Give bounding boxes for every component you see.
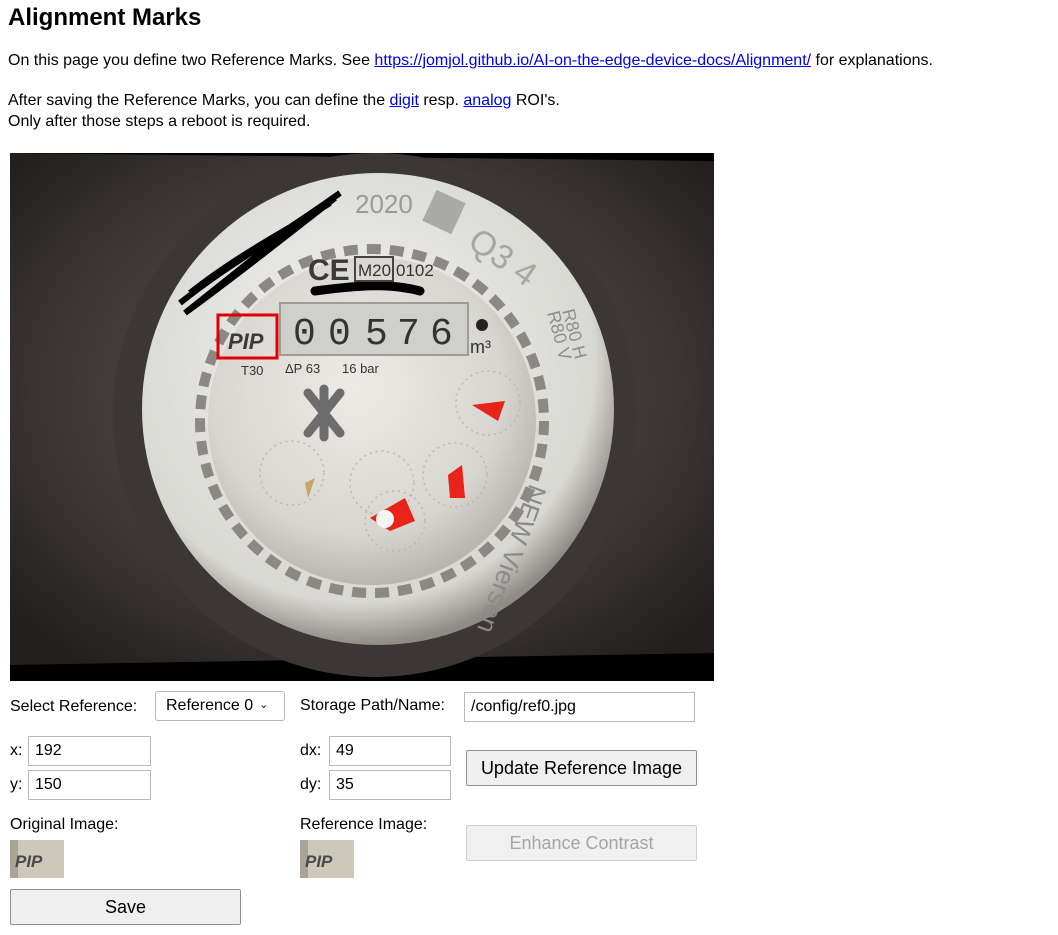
reference-image-label: Reference Image: <box>300 816 428 833</box>
reference-image-thumbnail: PIP <box>300 840 354 878</box>
counter-digit: 0 <box>293 313 316 356</box>
counter-digit: 7 <box>397 313 420 356</box>
t-marking: T30 <box>241 363 263 378</box>
ce-marking: CE <box>308 254 350 287</box>
alignment-canvas[interactable]: 2020 Q3 4 R80 H R80 V NEW Viersen CE M20… <box>10 153 714 681</box>
y-label: y: <box>10 776 23 793</box>
bar-marking: 16 bar <box>342 361 380 376</box>
intro-paragraph: On this page you define two Reference Ma… <box>8 50 933 71</box>
reboot-note: Only after those steps a reboot is requi… <box>8 113 311 130</box>
intro-suffix: for explanations. <box>811 52 933 69</box>
enhance-contrast-button[interactable]: Enhance Contrast <box>466 825 697 861</box>
reference-pip-text: PIP <box>305 852 333 871</box>
dy-input[interactable]: 35 <box>329 770 451 800</box>
meter-image: 2020 Q3 4 R80 H R80 V NEW Viersen CE M20… <box>10 153 714 681</box>
code-marking: 0102 <box>396 261 434 280</box>
steps-paragraph: After saving the Reference Marks, you ca… <box>8 90 560 132</box>
reference-select[interactable]: Reference 0 ⌄ <box>155 691 285 721</box>
original-pip-text: PIP <box>15 852 43 871</box>
steps-mid: resp. <box>418 92 464 109</box>
y-input[interactable]: 150 <box>28 770 151 800</box>
reference-select-value: Reference 0 <box>166 697 254 714</box>
x-input[interactable]: 192 <box>28 736 151 766</box>
pip-logo: PIP <box>228 329 264 354</box>
storage-path-input[interactable]: /config/ref0.jpg <box>464 692 695 722</box>
docs-link[interactable]: https://jomjol.github.io/AI-on-the-edge-… <box>374 52 811 69</box>
page-title: Alignment Marks <box>8 4 202 31</box>
unit-dot-icon <box>476 319 488 331</box>
counter-digit: 5 <box>365 313 388 356</box>
dp-marking: ΔP 63 <box>285 361 320 376</box>
update-reference-button[interactable]: Update Reference Image <box>466 750 697 786</box>
m-marking: M20 <box>358 261 391 280</box>
counter-digit: 0 <box>328 313 351 356</box>
chevron-down-icon: ⌄ <box>259 699 269 711</box>
steps-text: After saving the Reference Marks, you ca… <box>8 92 390 109</box>
original-image-label: Original Image: <box>10 816 119 833</box>
x-label: x: <box>10 742 23 759</box>
unit-label: m³ <box>470 337 491 357</box>
dx-label: dx: <box>300 742 322 759</box>
steps-suffix: ROI's. <box>511 92 560 109</box>
analog-link[interactable]: analog <box>463 92 511 109</box>
storage-label: Storage Path/Name: <box>300 697 445 714</box>
counter-digit: 6 <box>430 313 453 356</box>
original-image-thumbnail: PIP <box>10 840 64 878</box>
select-reference-label: Select Reference: <box>10 698 138 715</box>
reference-pip-image: PIP <box>300 840 354 878</box>
dx-input[interactable]: 49 <box>329 736 451 766</box>
meter-year: 2020 <box>355 189 413 219</box>
digit-link[interactable]: digit <box>390 92 419 109</box>
intro-text: On this page you define two Reference Ma… <box>8 52 375 69</box>
save-button[interactable]: Save <box>10 889 241 925</box>
original-pip-image: PIP <box>10 840 64 878</box>
dy-label: dy: <box>300 776 322 793</box>
